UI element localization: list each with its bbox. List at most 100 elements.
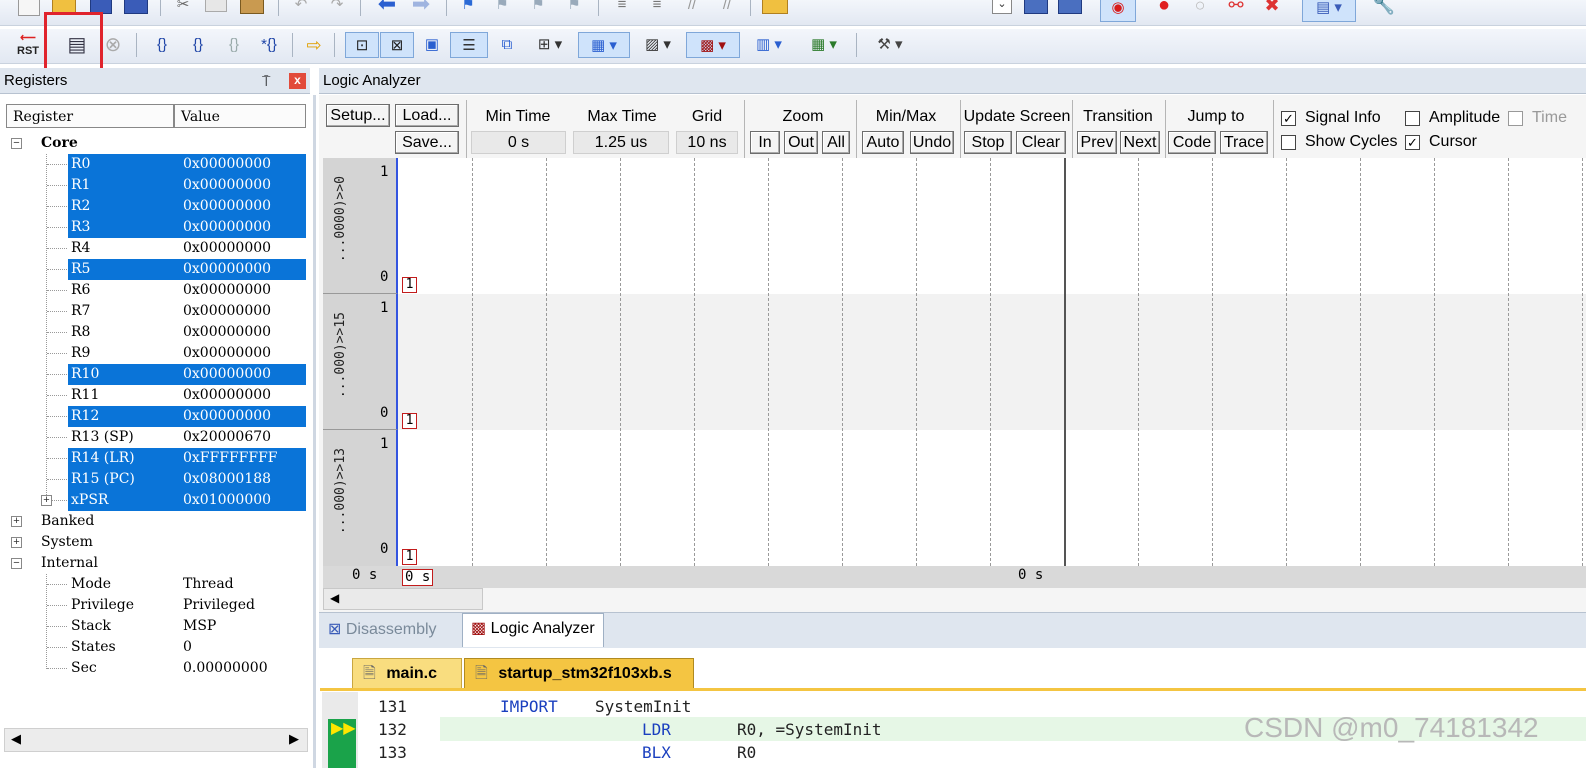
save-button[interactable]: Save...: [395, 131, 459, 154]
bookmark-next-icon[interactable]: ⚑: [526, 0, 550, 18]
undo-icon[interactable]: ↶: [290, 0, 312, 18]
tree-group-banked[interactable]: Banked: [0, 511, 306, 532]
register-value[interactable]: 0x00000000: [183, 385, 271, 406]
serial-window-icon[interactable]: ▨ ▾: [636, 32, 680, 58]
register-value[interactable]: 0x00000000: [174, 259, 306, 280]
register-value[interactable]: 0x00000000: [183, 238, 271, 259]
run-to-cursor-icon[interactable]: *{}: [254, 32, 284, 58]
cursor-checkbox[interactable]: ✓: [1405, 135, 1420, 150]
pin-icon[interactable]: ⍑: [262, 68, 270, 94]
scroll-left-icon[interactable]: ◀: [11, 731, 21, 747]
tab-disassembly[interactable]: ⊠ Disassembly: [328, 615, 437, 645]
nav-back-icon[interactable]: ⬅: [372, 0, 402, 17]
internal-row[interactable]: Mode Thread: [0, 574, 306, 595]
column-header-register[interactable]: Register: [6, 104, 174, 128]
tab-main-c[interactable]: 🗎 main.c: [352, 658, 462, 688]
find-dropdown-icon[interactable]: ⌄: [992, 0, 1012, 14]
zoom-in-button[interactable]: In: [750, 131, 780, 154]
internal-row[interactable]: Stack MSP: [0, 616, 306, 637]
command-window-icon[interactable]: ⊡: [345, 32, 379, 58]
tab-startup-s[interactable]: 🗎 startup_stm32f103xb.s: [464, 658, 694, 688]
tab-logic-analyzer[interactable]: ▩ Logic Analyzer: [462, 613, 604, 647]
register-row[interactable]: R8 0x00000000: [0, 322, 306, 343]
memory-window-icon[interactable]: ▦ ▾: [578, 32, 630, 58]
setup-button[interactable]: Setup...: [326, 104, 390, 127]
amplitude-checkbox[interactable]: [1405, 111, 1420, 126]
paste-icon[interactable]: [240, 0, 264, 14]
bookmark-clear-icon[interactable]: ⚑: [562, 0, 586, 18]
system-viewer-icon[interactable]: ▦ ▾: [800, 32, 848, 58]
breakpoint-disabled-icon[interactable]: ○: [1188, 0, 1212, 18]
comment-icon[interactable]: //: [680, 0, 704, 18]
register-value[interactable]: 0x00000000: [183, 301, 271, 322]
register-row[interactable]: R6 0x00000000: [0, 280, 306, 301]
nav-forward-icon[interactable]: ➡: [406, 0, 436, 17]
analysis-window-icon[interactable]: ▩ ▾: [686, 32, 740, 58]
register-row[interactable]: R2 0x00000000: [0, 196, 306, 217]
tree-group-internal[interactable]: Internal: [0, 553, 306, 574]
close-icon[interactable]: x: [289, 73, 306, 89]
register-value[interactable]: 0x00000000: [174, 154, 306, 175]
breakpoint-icon[interactable]: ●: [1152, 0, 1176, 18]
toolbox-icon[interactable]: ⚒ ▾: [864, 32, 916, 58]
register-value[interactable]: 0x00000000: [174, 364, 306, 385]
bookmark-prev-icon[interactable]: ⚑: [490, 0, 514, 18]
windows-dropdown-icon[interactable]: ▤ ▾: [1302, 0, 1356, 22]
register-value[interactable]: 0x08000188: [174, 469, 306, 490]
copy-icon[interactable]: [205, 0, 227, 12]
step-icon[interactable]: {}: [148, 32, 176, 58]
register-row[interactable]: R12 0x00000000: [0, 406, 306, 427]
internal-row[interactable]: States 0: [0, 637, 306, 658]
internal-row[interactable]: Privilege Privileged: [0, 595, 306, 616]
register-value[interactable]: 0x00000000: [183, 322, 271, 343]
new-file-icon[interactable]: [18, 0, 40, 16]
register-row[interactable]: R1 0x00000000: [0, 175, 306, 196]
register-row[interactable]: R10 0x00000000: [0, 364, 306, 385]
expand-xpsr-icon[interactable]: +: [41, 495, 52, 506]
register-row[interactable]: R3 0x00000000: [0, 217, 306, 238]
auto-button[interactable]: Auto: [862, 131, 904, 154]
unindent-icon[interactable]: ≡: [645, 0, 669, 18]
waveform-hscrollbar[interactable]: ◀: [323, 588, 483, 610]
debug-session-icon[interactable]: ◉: [1100, 0, 1136, 22]
registers-window-icon[interactable]: ☰: [450, 32, 488, 58]
register-value[interactable]: 0x00000000: [183, 343, 271, 364]
step-out-icon[interactable]: {}: [220, 32, 248, 58]
signal-row-2[interactable]: ...000)>>15 1 0: [323, 294, 398, 430]
register-row[interactable]: R14 (LR) 0xFFFFFFFF: [0, 448, 306, 469]
bookmark-icon[interactable]: ⚑: [456, 0, 480, 18]
jump-trace-button[interactable]: Trace: [1220, 131, 1268, 154]
disassembly-window-icon[interactable]: ⊠: [380, 32, 414, 58]
clear-button[interactable]: Clear: [1016, 131, 1066, 154]
registers-hscrollbar[interactable]: ◀ ▶: [4, 728, 308, 752]
disable-all-breakpoints-icon[interactable]: ⚯: [1222, 0, 1250, 18]
indent-icon[interactable]: ≡: [610, 0, 634, 18]
register-row[interactable]: R4 0x00000000: [0, 238, 306, 259]
register-row[interactable]: R7 0x00000000: [0, 301, 306, 322]
register-value[interactable]: 0x00000000: [174, 217, 306, 238]
symbols-window-icon[interactable]: ▣: [418, 32, 446, 58]
register-value[interactable]: 0x00000000: [174, 196, 306, 217]
register-row[interactable]: R15 (PC) 0x08000188: [0, 469, 306, 490]
zoom-out-button[interactable]: Out: [784, 131, 818, 154]
register-value[interactable]: 0x00000000: [174, 175, 306, 196]
show-next-statement-icon[interactable]: ⇨: [302, 32, 326, 58]
tree-group-core[interactable]: Core: [0, 133, 306, 154]
jump-code-button[interactable]: Code: [1168, 131, 1216, 154]
register-row[interactable]: R13 (SP) 0x20000670: [0, 427, 306, 448]
register-value[interactable]: 0x00000000: [174, 406, 306, 427]
prev-button[interactable]: Prev: [1077, 131, 1117, 154]
time-checkbox[interactable]: [1508, 111, 1523, 126]
kill-all-breakpoints-icon[interactable]: ✖: [1258, 0, 1286, 18]
find-in-files-icon[interactable]: [762, 0, 788, 14]
trace-window-icon[interactable]: ▥ ▾: [746, 32, 792, 58]
step-over-icon[interactable]: {}: [184, 32, 212, 58]
scroll-right-icon[interactable]: ▶: [289, 731, 299, 747]
uncomment-icon[interactable]: //: [715, 0, 739, 18]
undo-button[interactable]: Undo: [910, 131, 954, 154]
save-all-icon[interactable]: [124, 0, 148, 14]
load-button[interactable]: Load...: [395, 104, 459, 127]
zoom-all-button[interactable]: All: [822, 131, 850, 154]
next-button[interactable]: Next: [1120, 131, 1160, 154]
incremental-find-icon[interactable]: [1058, 0, 1082, 14]
